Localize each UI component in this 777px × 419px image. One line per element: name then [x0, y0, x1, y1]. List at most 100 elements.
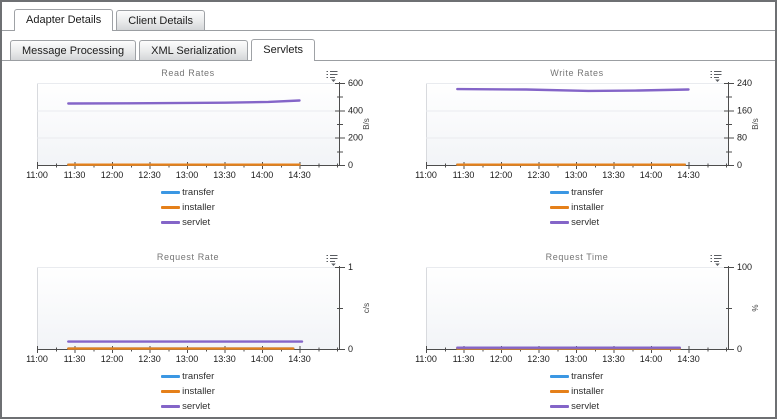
- svg-text:13:30: 13:30: [602, 170, 625, 180]
- svg-text:12:30: 12:30: [138, 170, 161, 180]
- svg-text:13:00: 13:00: [176, 354, 199, 364]
- legend-label: installer: [182, 386, 215, 397]
- chart-write-rates: Write Rates 11:0011:3012:0012:3013:0013:…: [391, 63, 775, 247]
- legend-item-transfer[interactable]: transfer: [161, 185, 215, 200]
- legend-label: installer: [571, 386, 604, 397]
- svg-text:240: 240: [737, 78, 752, 88]
- legend-item-installer[interactable]: installer: [550, 384, 604, 399]
- svg-text:B/s: B/s: [362, 118, 371, 130]
- primary-tabbar: Adapter Details Client Details: [2, 2, 775, 31]
- svg-text:12:00: 12:00: [101, 354, 124, 364]
- tab-xml-serialization[interactable]: XML Serialization: [139, 40, 248, 60]
- svg-text:13:30: 13:30: [213, 354, 236, 364]
- svg-text:11:00: 11:00: [26, 354, 48, 364]
- tab-adapter-details[interactable]: Adapter Details: [14, 9, 113, 31]
- legend-label: installer: [571, 202, 604, 213]
- legend-line-swatch: [161, 405, 180, 408]
- chart-plot-area: 11:0011:3012:0012:3013:0013:3014:0014:30…: [2, 262, 390, 368]
- svg-text:14:00: 14:00: [251, 170, 274, 180]
- legend-menu-icon[interactable]: [710, 70, 723, 83]
- tab-message-processing[interactable]: Message Processing: [10, 40, 136, 60]
- legend-item-transfer[interactable]: transfer: [161, 369, 215, 384]
- legend-line-swatch: [550, 221, 569, 224]
- legend-label: transfer: [182, 187, 214, 198]
- tab-client-details[interactable]: Client Details: [116, 10, 205, 30]
- charts-grid: Read Rates 11:00 11:30 12:00 12:30 13:00 13:3…: [2, 61, 775, 415]
- svg-text:c/s: c/s: [362, 303, 371, 313]
- secondary-tabbar: Message Processing XML Serialization Ser…: [2, 37, 775, 61]
- svg-text:13:30: 13:30: [213, 170, 236, 180]
- svg-text:11:30: 11:30: [64, 354, 86, 364]
- chart-legend: transfer installer servlet: [2, 369, 374, 414]
- tab-servlets[interactable]: Servlets: [251, 39, 315, 61]
- svg-text:14:30: 14:30: [677, 170, 700, 180]
- legend-label: installer: [182, 202, 215, 213]
- chart-plot-area: 11:0011:3012:0012:3013:0013:3014:0014:30…: [2, 78, 390, 184]
- legend-item-servlet[interactable]: servlet: [550, 215, 604, 230]
- chart-read-rates: Read Rates 11:0011:3012:0012:3013:0013:3…: [2, 63, 391, 247]
- chart-title: Request Time: [391, 252, 763, 262]
- svg-text:0: 0: [348, 344, 353, 354]
- svg-text:400: 400: [348, 105, 363, 115]
- svg-text:B/s: B/s: [751, 118, 760, 130]
- legend-menu-icon[interactable]: [326, 70, 339, 83]
- legend-line-swatch: [161, 221, 180, 224]
- svg-text:0: 0: [737, 160, 742, 170]
- svg-text:13:30: 13:30: [602, 354, 625, 364]
- legend-item-servlet[interactable]: servlet: [161, 215, 215, 230]
- svg-text:11:00: 11:00: [26, 170, 48, 180]
- svg-text:13:00: 13:00: [565, 354, 588, 364]
- chart-legend: transfer installer servlet: [391, 369, 763, 414]
- chart-title: Request Rate: [2, 252, 374, 262]
- svg-text:14:30: 14:30: [677, 354, 700, 364]
- svg-text:0: 0: [737, 344, 742, 354]
- svg-text:11:30: 11:30: [453, 354, 475, 364]
- legend-label: servlet: [571, 401, 599, 412]
- svg-text:12:30: 12:30: [527, 170, 550, 180]
- chart-plot-area: 11:0011:3012:0012:3013:0013:3014:0014:30…: [391, 78, 777, 184]
- chart-plot-area: 11:0011:3012:0012:3013:0013:3014:0014:30…: [391, 262, 777, 368]
- legend-menu-icon[interactable]: [326, 254, 339, 267]
- svg-text:160: 160: [737, 105, 752, 115]
- svg-text:12:30: 12:30: [138, 354, 161, 364]
- chart-title: Write Rates: [391, 68, 763, 78]
- svg-text:14:00: 14:00: [640, 170, 663, 180]
- legend-line-swatch: [161, 375, 180, 378]
- svg-text:%: %: [751, 304, 760, 311]
- svg-text:14:30: 14:30: [288, 354, 311, 364]
- svg-text:13:00: 13:00: [565, 170, 588, 180]
- legend-label: servlet: [182, 401, 210, 412]
- svg-text:1: 1: [348, 262, 353, 272]
- chart-legend: transfer installer servlet: [2, 185, 374, 230]
- svg-text:11:00: 11:00: [415, 354, 437, 364]
- svg-text:14:30: 14:30: [288, 170, 311, 180]
- legend-item-installer[interactable]: installer: [550, 200, 604, 215]
- legend-item-servlet[interactable]: servlet: [161, 399, 215, 414]
- chart-legend: transfer installer servlet: [391, 185, 763, 230]
- svg-text:100: 100: [737, 262, 752, 272]
- svg-text:11:30: 11:30: [453, 170, 475, 180]
- monitoring-panel: Adapter Details Client Details Message P…: [0, 0, 777, 419]
- legend-line-swatch: [550, 390, 569, 393]
- svg-text:14:00: 14:00: [640, 354, 663, 364]
- legend-item-transfer[interactable]: transfer: [550, 185, 604, 200]
- legend-item-transfer[interactable]: transfer: [550, 369, 604, 384]
- chart-title: Read Rates: [2, 68, 374, 78]
- legend-line-swatch: [161, 206, 180, 209]
- legend-label: transfer: [571, 187, 603, 198]
- legend-menu-icon[interactable]: [710, 254, 723, 267]
- legend-item-installer[interactable]: installer: [161, 200, 215, 215]
- legend-line-swatch: [161, 390, 180, 393]
- chart-request-rate: Request Rate 11:00 11:30 12:00 12:30 13:00 13…: [2, 247, 391, 415]
- legend-item-installer[interactable]: installer: [161, 384, 215, 399]
- legend-line-swatch: [550, 206, 569, 209]
- svg-text:80: 80: [737, 133, 747, 143]
- chart-request-time: Request Time 11:0011:3012:0012:3013:0013…: [391, 247, 775, 415]
- legend-label: transfer: [182, 371, 214, 382]
- svg-text:12:30: 12:30: [527, 354, 550, 364]
- svg-text:0: 0: [348, 160, 353, 170]
- svg-text:13:00: 13:00: [176, 170, 199, 180]
- svg-text:12:00: 12:00: [490, 170, 513, 180]
- legend-item-servlet[interactable]: servlet: [550, 399, 604, 414]
- svg-text:200: 200: [348, 133, 363, 143]
